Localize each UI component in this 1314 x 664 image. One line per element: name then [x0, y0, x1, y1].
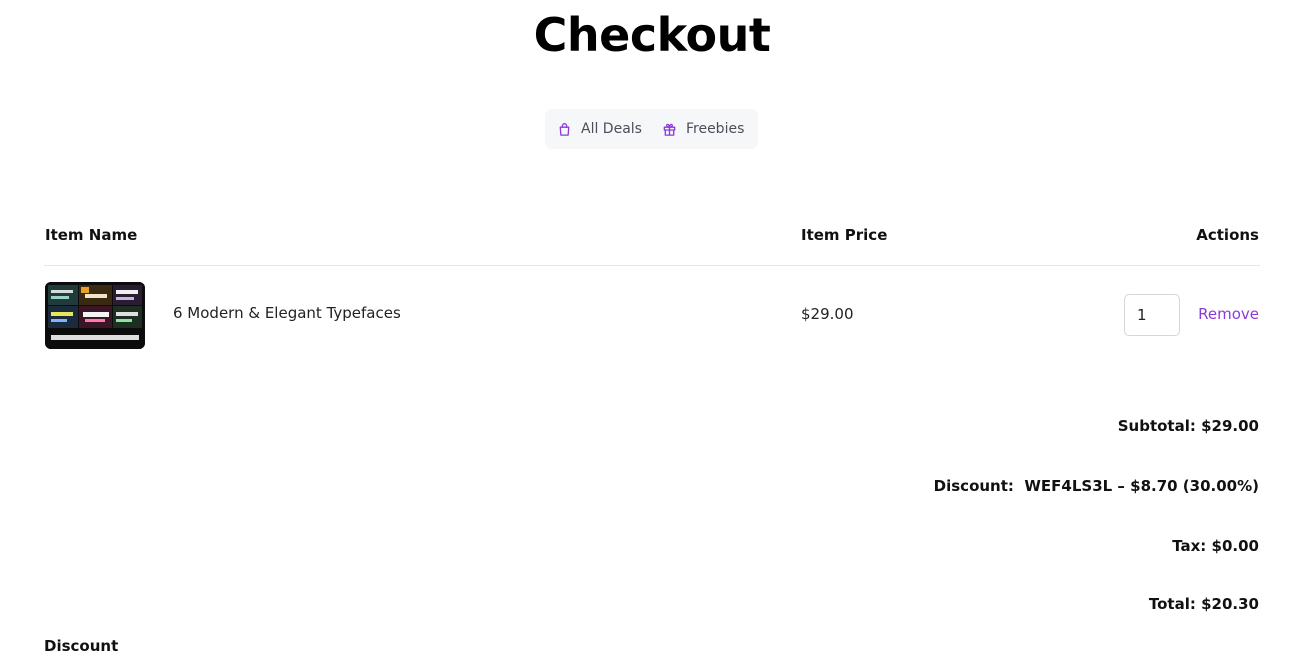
discount-label: Discount: — [933, 477, 1014, 495]
subtotal-label: Subtotal: — [1117, 417, 1196, 435]
product-thumbnail — [45, 282, 145, 349]
nav-item-freebies[interactable]: Freebies — [662, 121, 744, 137]
total-label: Total: — [1148, 595, 1196, 613]
discount-line: Discount: WEF4LS3L – $8.70 (30.00%) — [934, 477, 1259, 495]
product-thumbnail-image — [45, 282, 145, 349]
discount-section-heading: Discount — [44, 637, 119, 655]
shopping-bag-icon — [559, 122, 570, 136]
column-header-actions: Actions — [1196, 226, 1259, 244]
checkout-page: Checkout All Deals Freebies Item Name It… — [0, 0, 1314, 664]
total-value: $20.30 — [1201, 595, 1259, 613]
tax-value: $0.00 — [1211, 537, 1259, 555]
page-title: Checkout — [533, 8, 771, 62]
gift-icon — [663, 123, 676, 136]
tax-label: Tax: — [1172, 537, 1207, 555]
remove-link[interactable]: Remove — [1198, 305, 1259, 323]
deals-nav: All Deals Freebies — [545, 109, 758, 149]
tax-line: Tax: $0.00 — [1172, 537, 1259, 555]
column-header-item-price: Item Price — [801, 226, 888, 244]
column-header-item-name: Item Name — [45, 226, 138, 244]
subtotal-value: $29.00 — [1201, 417, 1259, 435]
subtotal-line: Subtotal: $29.00 — [1118, 417, 1259, 435]
item-name: 6 Modern & Elegant Typefaces — [173, 304, 401, 322]
nav-item-all-deals[interactable]: All Deals — [557, 121, 642, 137]
item-price: $29.00 — [801, 305, 854, 323]
quantity-input[interactable] — [1124, 294, 1180, 336]
total-line: Total: $20.30 — [1149, 595, 1259, 613]
table-divider — [44, 265, 1260, 266]
discount-value: WEF4LS3L – $8.70 (30.00%) — [1024, 477, 1259, 495]
nav-item-label: All Deals — [581, 121, 642, 137]
table-row: 6 Modern & Elegant Typefaces $29.00 Remo… — [45, 282, 1259, 349]
nav-item-label: Freebies — [685, 121, 745, 137]
